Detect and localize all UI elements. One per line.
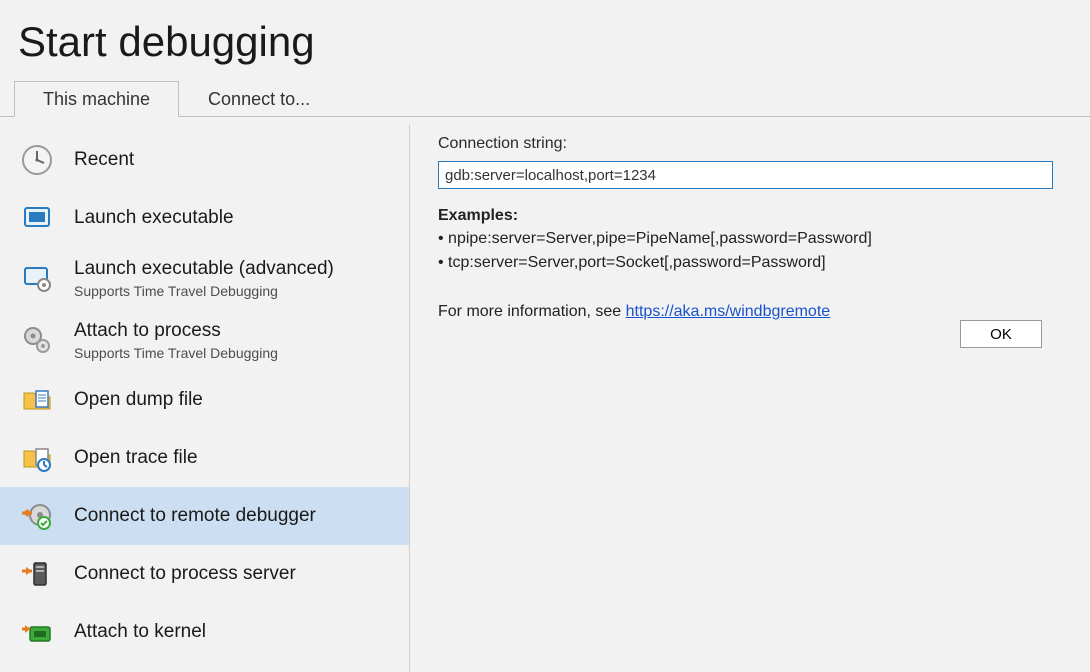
- sidebar-item-connect-remote[interactable]: Connect to remote debugger: [0, 487, 409, 545]
- ok-button[interactable]: OK: [960, 320, 1042, 348]
- sidebar-item-label: Open trace file: [74, 447, 198, 468]
- sidebar-item-open-trace[interactable]: Open trace file: [0, 429, 409, 487]
- examples-heading: Examples:: [438, 207, 1066, 225]
- clock-icon: [18, 141, 56, 179]
- sidebar-item-open-dump[interactable]: Open dump file: [0, 371, 409, 429]
- page-title: Start debugging: [0, 0, 1090, 80]
- sidebar-item-label: Connect to remote debugger: [74, 505, 316, 526]
- more-info-text: For more information, see https://aka.ms…: [438, 303, 1066, 321]
- sidebar-item-sublabel: Supports Time Travel Debugging: [74, 283, 334, 299]
- sidebar-item-label: Launch executable: [74, 207, 234, 228]
- sidebar-item-launch-exec[interactable]: Launch executable: [0, 189, 409, 247]
- tab-strip: This machine Connect to...: [0, 80, 1090, 117]
- start-debugging-page: Start debugging This machine Connect to.…: [0, 0, 1090, 672]
- sidebar-item-label: Attach to kernel: [74, 621, 206, 642]
- example-item: npipe:server=Server,pipe=PipeName[,passw…: [438, 227, 1066, 251]
- more-info-prefix: For more information, see: [438, 303, 626, 320]
- connection-string-label: Connection string:: [438, 135, 1066, 153]
- sidebar-item-attach-kernel[interactable]: Attach to kernel: [0, 603, 409, 661]
- sidebar-item-label: Open dump file: [74, 389, 203, 410]
- sidebar-item-label: Connect to process server: [74, 563, 296, 584]
- sidebar-item-sublabel: Supports Time Travel Debugging: [74, 345, 278, 361]
- trace-file-icon: [18, 439, 56, 477]
- sidebar-item-recent[interactable]: Recent: [0, 131, 409, 189]
- sidebar-item-label: Launch executable (advanced): [74, 258, 334, 279]
- sidebar: Recent Launch executable: [0, 125, 410, 672]
- sidebar-item-attach-process[interactable]: Attach to process Supports Time Travel D…: [0, 309, 409, 371]
- example-item: tcp:server=Server,port=Socket[,password=…: [438, 251, 1066, 275]
- tab-this-machine[interactable]: This machine: [14, 81, 179, 117]
- sidebar-item-connect-process-server[interactable]: Connect to process server: [0, 545, 409, 603]
- more-info-link[interactable]: https://aka.ms/windbgremote: [626, 303, 831, 320]
- sidebar-item-launch-exec-adv[interactable]: Launch executable (advanced) Supports Ti…: [0, 247, 409, 309]
- sidebar-item-label: Recent: [74, 149, 134, 170]
- launch-icon: [18, 199, 56, 237]
- connection-string-input[interactable]: [438, 161, 1053, 189]
- gears-icon: [18, 321, 56, 359]
- tab-connect-to[interactable]: Connect to...: [179, 81, 339, 117]
- examples-list: npipe:server=Server,pipe=PipeName[,passw…: [438, 227, 1066, 275]
- dump-file-icon: [18, 381, 56, 419]
- kernel-icon: [18, 613, 56, 651]
- details-panel: Connection string: Examples: npipe:serve…: [410, 125, 1090, 672]
- sidebar-item-label: Attach to process: [74, 320, 221, 341]
- remote-debug-icon: [18, 497, 56, 535]
- launch-adv-icon: [18, 259, 56, 297]
- process-server-icon: [18, 555, 56, 593]
